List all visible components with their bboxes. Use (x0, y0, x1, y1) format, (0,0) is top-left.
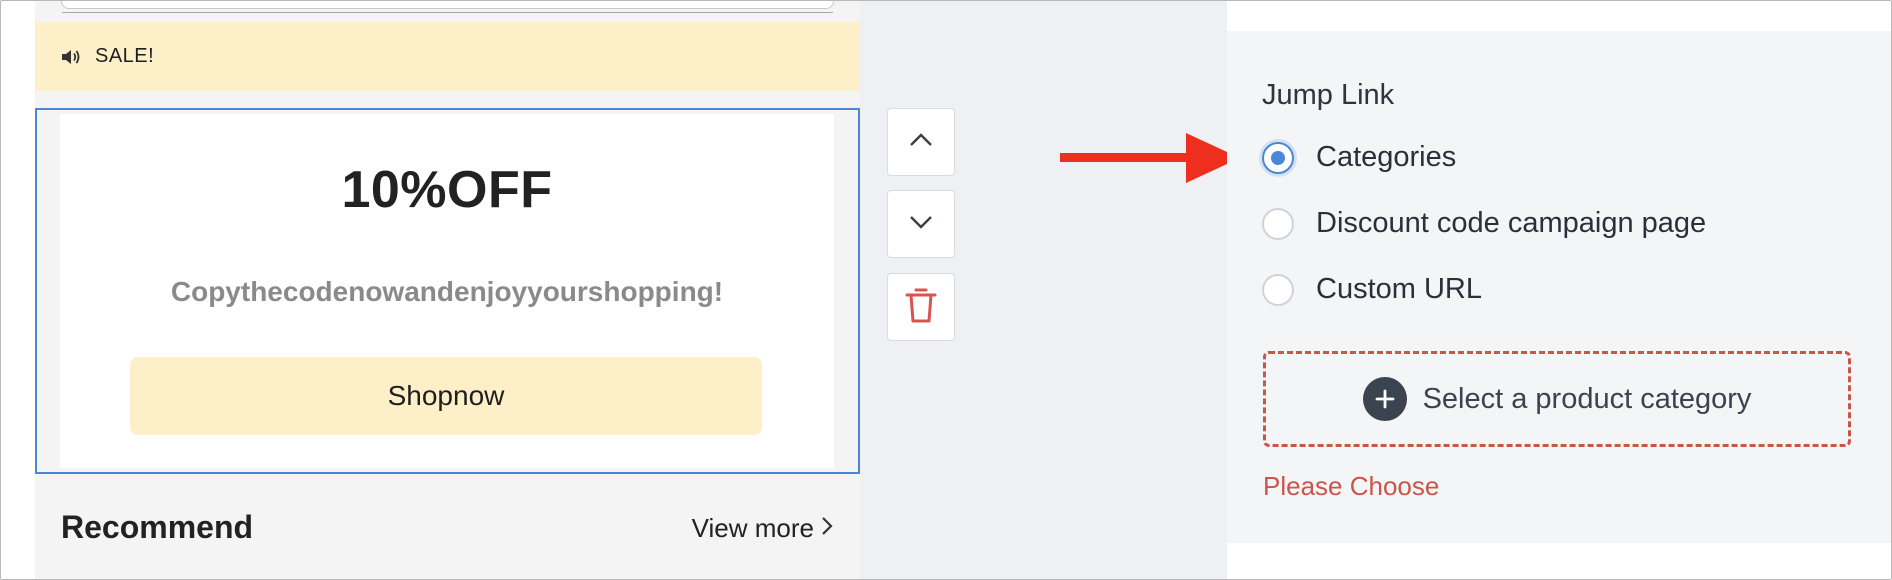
block-controls-area (860, 1, 1240, 579)
radio-label-discount-page: Discount code campaign page (1316, 207, 1707, 239)
radio-option-discount-page[interactable]: Discount code campaign page (1262, 207, 1706, 240)
radio-option-categories[interactable]: Categories (1262, 141, 1456, 174)
view-more-link[interactable]: View more (692, 513, 834, 544)
jump-link-label: Jump Link (1262, 79, 1395, 111)
delete-block-button[interactable] (887, 273, 955, 341)
radio-button-categories[interactable] (1262, 141, 1294, 174)
recommend-title: Recommend (61, 509, 254, 545)
chevron-right-icon (820, 513, 834, 544)
plus-icon (1362, 377, 1407, 421)
chevron-down-icon (908, 214, 934, 235)
page-preview: SALE! 10%OFF Copythecodenowandenjoyyours… (35, 1, 860, 579)
shop-now-button[interactable]: Shopnow (130, 357, 762, 435)
trash-icon (904, 285, 938, 330)
validation-error: Please Choose (1263, 471, 1440, 501)
promo-headline: 10%OFF (341, 161, 553, 219)
app-frame: SALE! 10%OFF Copythecodenowandenjoyyours… (0, 0, 1892, 580)
jump-link-settings: Jump Link Categories Discount code campa… (1227, 31, 1891, 543)
radio-option-custom-url[interactable]: Custom URL (1262, 273, 1482, 306)
announcement-text: SALE! (95, 45, 155, 67)
move-up-button[interactable] (887, 108, 955, 176)
promo-card: 10%OFF Copythecodenowandenjoyyourshoppin… (60, 114, 834, 468)
annotation-arrow (1060, 133, 1240, 183)
select-category-label: Select a product category (1422, 382, 1752, 415)
radio-label-categories: Categories (1316, 141, 1457, 173)
speaker-icon (59, 44, 85, 70)
select-category-button[interactable]: Select a product category (1263, 351, 1851, 447)
radio-label-custom-url: Custom URL (1316, 273, 1482, 305)
radio-button-custom-url[interactable] (1262, 273, 1294, 306)
promo-block-selected[interactable]: 10%OFF Copythecodenowandenjoyyourshoppin… (35, 108, 860, 474)
move-down-button[interactable] (887, 190, 955, 258)
chevron-up-icon (908, 132, 934, 153)
recommend-section: Recommend View more (35, 483, 860, 579)
radio-button-discount-page[interactable] (1262, 207, 1294, 240)
preview-top-field (61, 1, 834, 13)
promo-subtitle: Copythecodenowandenjoyyourshopping! (170, 276, 724, 307)
view-more-label: View more (691, 513, 814, 543)
announcement-bar[interactable]: SALE! (35, 22, 860, 91)
settings-panel: Jump Link Categories Discount code campa… (1227, 1, 1891, 579)
